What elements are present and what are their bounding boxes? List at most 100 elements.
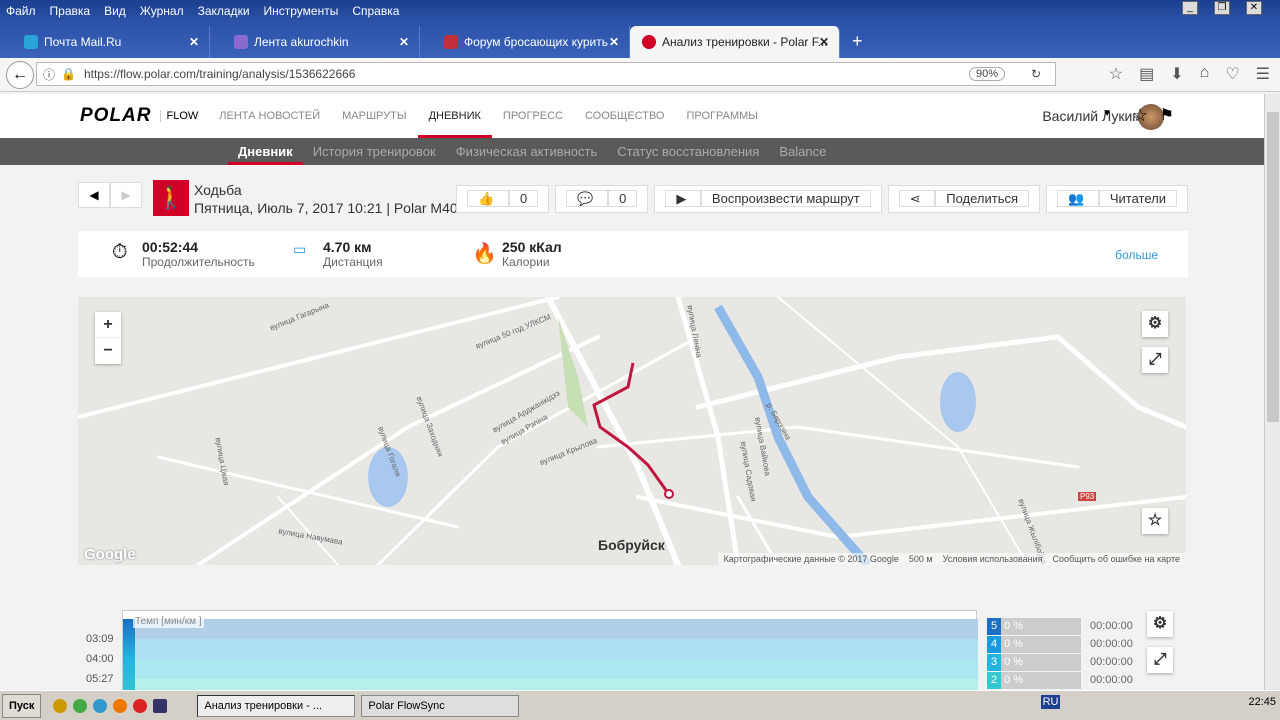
next-button[interactable]: ▶: [110, 182, 142, 208]
chevron-down-icon[interactable]: ▼: [1102, 108, 1112, 119]
chart-fullscreen-icon[interactable]: ⤢: [1147, 647, 1173, 673]
map-star-icon[interactable]: ☆: [1142, 508, 1168, 534]
page-scrollbar[interactable]: [1264, 94, 1280, 690]
subnav-diary[interactable]: Дневник: [228, 138, 303, 165]
pace-chart[interactable]: Темп [мин/км ]: [122, 610, 978, 690]
fullscreen-icon[interactable]: ⤢: [1142, 347, 1168, 373]
new-tab-button[interactable]: +: [852, 31, 863, 52]
menu-icon[interactable]: ☰: [1256, 64, 1270, 84]
zone-band-5: [123, 619, 978, 639]
back-button[interactable]: ←: [6, 60, 34, 89]
close-icon[interactable]: ✕: [399, 35, 409, 49]
close-icon[interactable]: ✕: [609, 35, 619, 49]
notifications-icon[interactable]: ⚑: [1160, 105, 1174, 125]
share-label: Поделиться: [935, 190, 1030, 207]
like-button[interactable]: 👍 0: [456, 185, 550, 213]
share-button[interactable]: ⋖ Поделиться: [887, 185, 1041, 213]
chrome-icon[interactable]: [73, 698, 88, 713]
nav-programs[interactable]: ПРОГРАММЫ: [676, 94, 770, 138]
nav-bar: ← ⓘ 🔒 https://flow.polar.com/training/ana…: [0, 58, 1280, 92]
tab-forum[interactable]: Форум бросающих курить ✕: [420, 26, 630, 58]
opera-icon[interactable]: [133, 698, 148, 713]
map-canvas: [78, 297, 1186, 565]
zone-percent: 0 %: [1004, 620, 1024, 632]
firefox-icon[interactable]: [113, 698, 128, 713]
close-window-button[interactable]: ✕: [1246, 1, 1262, 15]
tab-lenta[interactable]: Лента akurochkin ✕: [210, 26, 420, 58]
system-tray: RU 22:45: [1040, 695, 1276, 709]
language-indicator[interactable]: RU: [1040, 695, 1061, 709]
subnav-activity[interactable]: Физическая активность: [446, 138, 608, 165]
reading-list-icon[interactable]: ▤: [1139, 64, 1154, 84]
nav-progress[interactable]: ПРОГРЕСС: [492, 94, 574, 138]
nav-diary[interactable]: ДНЕВНИК: [417, 94, 492, 138]
pocket-icon[interactable]: ♡: [1225, 64, 1239, 84]
zone-number: 2: [987, 672, 1001, 689]
readers-button[interactable]: 👥 Читатели: [1046, 185, 1188, 213]
start-button[interactable]: Пуск: [2, 693, 42, 718]
menu-bookmarks[interactable]: Закладки: [198, 4, 250, 18]
subnav-balance[interactable]: Balance: [769, 138, 836, 165]
menu-edit[interactable]: Правка: [50, 4, 91, 18]
app-icon[interactable]: [93, 698, 108, 713]
thumbs-up-icon: 👍: [467, 190, 510, 207]
zone-number: 4: [987, 636, 1001, 653]
distance-label: Дистанция: [323, 255, 383, 269]
zoom-in-button[interactable]: +: [95, 312, 121, 338]
save-icon[interactable]: [153, 698, 168, 713]
comment-button[interactable]: 💬 0: [555, 185, 649, 213]
tab-label: Почта Mail.Ru: [44, 35, 122, 49]
user-name[interactable]: Василий Лукин: [1042, 108, 1140, 124]
info-icon[interactable]: ⓘ: [43, 66, 55, 83]
stopwatch-icon: ⏱: [112, 241, 128, 263]
replay-route-button[interactable]: ▶ Воспроизвести маршрут: [654, 185, 882, 213]
map-attribution: Картографические данные © 2017 Google 50…: [717, 553, 1186, 565]
minimize-button[interactable]: _: [1182, 1, 1198, 15]
sport-title: Ходьба: [194, 182, 242, 198]
menu-history[interactable]: Журнал: [140, 4, 184, 18]
taskbar-window-flowsync[interactable]: Polar FlowSync: [361, 694, 520, 717]
share-icon: ⋖: [898, 190, 936, 207]
menu-view[interactable]: Вид: [104, 4, 126, 18]
lock-icon: 🔒: [61, 67, 76, 81]
zone-percent: 0 %: [1004, 656, 1024, 668]
nav-feed[interactable]: ЛЕНТА НОВОСТЕЙ: [208, 94, 331, 138]
download-icon[interactable]: ⬇: [1170, 64, 1183, 84]
prev-button[interactable]: ◀: [78, 182, 110, 208]
zoom-out-button[interactable]: −: [95, 338, 121, 364]
nav-community[interactable]: СООБЩЕСТВО: [574, 94, 676, 138]
polar-logo[interactable]: POLAR: [80, 105, 152, 127]
maximize-button[interactable]: ❐: [1214, 1, 1230, 15]
route-map[interactable]: вулица 50 год УЛКСМ вулица Гагарына вули…: [78, 297, 1186, 565]
close-icon[interactable]: ✕: [189, 35, 199, 49]
scrollbar-thumb[interactable]: [1267, 112, 1279, 422]
subnav-history[interactable]: История тренировок: [303, 138, 446, 165]
menu-help[interactable]: Справка: [352, 4, 399, 18]
subnav-recovery[interactable]: Статус восстановления: [607, 138, 769, 165]
more-link[interactable]: больше: [1115, 248, 1158, 262]
chart-settings-gear-icon[interactable]: ⚙: [1147, 611, 1173, 637]
nav-routes[interactable]: МАРШРУТЫ: [331, 94, 417, 138]
favorites-star-icon[interactable]: ☆: [1132, 105, 1148, 126]
training-subtitle: Пятница, Июль 7, 2017 10:21 | Polar M400: [194, 200, 466, 216]
bookmark-star-icon[interactable]: ☆: [1109, 64, 1123, 84]
top-nav: POLAR FLOW ЛЕНТА НОВОСТЕЙ МАРШРУТЫ ДНЕВН…: [0, 94, 1264, 138]
app-icon[interactable]: [53, 698, 68, 713]
tab-mail[interactable]: Почта Mail.Ru ✕: [0, 26, 210, 58]
close-icon[interactable]: ✕: [819, 35, 829, 49]
tab-polar[interactable]: Анализ тренировки - Polar F... ✕: [630, 26, 840, 58]
chart-label: Темп [мин/км ]: [133, 615, 204, 628]
home-icon[interactable]: ⌂: [1200, 64, 1210, 84]
menu-file[interactable]: Файл: [6, 4, 36, 18]
calories-value: 250 кКал: [502, 239, 562, 255]
menu-tools[interactable]: Инструменты: [264, 4, 339, 18]
map-settings-gear-icon[interactable]: ⚙: [1142, 311, 1168, 337]
report-error-link[interactable]: Сообщить об ошибке на карте: [1053, 554, 1180, 564]
taskbar-window-firefox[interactable]: Анализ тренировки - ...: [197, 694, 356, 717]
summary-bar: ⏱ 00:52:44 Продолжительность ▭ 4.70 км Диста…: [78, 231, 1188, 277]
forum-icon: [444, 35, 458, 49]
url-bar[interactable]: ⓘ 🔒 https://flow.polar.com/training/analy…: [36, 62, 1056, 86]
zoom-level[interactable]: 90%: [968, 67, 1005, 81]
reload-icon[interactable]: ↻: [1031, 67, 1041, 81]
terms-link[interactable]: Условия использования: [943, 554, 1043, 564]
